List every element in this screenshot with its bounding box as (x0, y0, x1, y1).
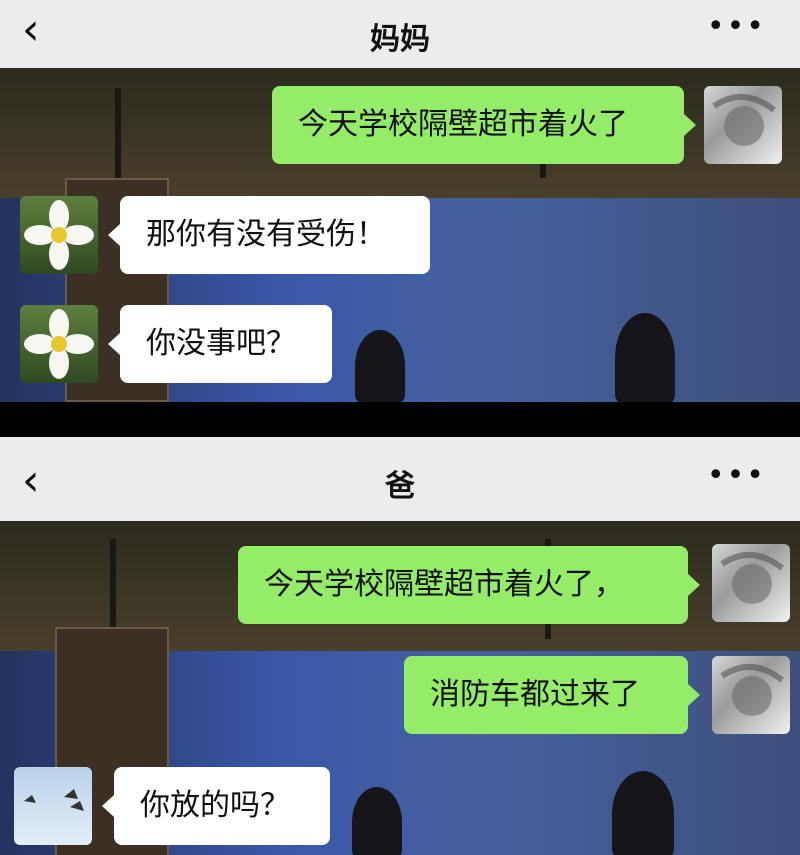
panel-divider (0, 402, 800, 437)
chat-header: ‹ 妈妈 ••• (0, 0, 800, 68)
message-bubble-incoming[interactable]: 你没事吧？ (108, 305, 332, 383)
flower-avatar-icon[interactable] (20, 196, 98, 274)
background-person (352, 787, 402, 855)
user-photo-avatar-icon[interactable] (712, 656, 790, 734)
background-lamp (110, 539, 116, 639)
user-photo-avatar-icon[interactable] (704, 86, 782, 164)
message-bubble-outgoing[interactable]: 今天学校隔壁超市着火了 (272, 86, 696, 164)
message-bubble-incoming[interactable]: 你放的吗？ (102, 767, 330, 845)
message-bubble-outgoing[interactable]: 今天学校隔壁超市着火了， (238, 546, 700, 624)
user-photo-avatar-icon[interactable] (712, 544, 790, 622)
bird-avatar-icon[interactable] (14, 767, 92, 845)
chat-header: ‹ 爸 ••• (0, 437, 800, 521)
message-bubble-outgoing[interactable]: 消防车都过来了 (404, 656, 700, 734)
chat-title: 妈妈 (370, 22, 430, 57)
more-options-icon[interactable]: ••• (707, 12, 766, 42)
chat-panel-dad: ‹ 爸 ••• 今天学校隔壁超市着火了， 消防车都过来了 你放的吗？ (0, 437, 800, 855)
chat-panel-mom: ‹ 妈妈 ••• 今天学校隔壁超市着火了 那你有没有受伤！ 你没事吧？ (0, 0, 800, 402)
background-person (615, 313, 675, 402)
background-person (612, 771, 674, 855)
message-bubble-incoming[interactable]: 那你有没有受伤！ (108, 196, 430, 274)
flower-avatar-icon[interactable] (20, 305, 98, 383)
chat-title: 爸 (385, 469, 415, 504)
more-options-icon[interactable]: ••• (707, 461, 766, 491)
background-person (355, 330, 405, 402)
background-lamp (115, 88, 121, 178)
